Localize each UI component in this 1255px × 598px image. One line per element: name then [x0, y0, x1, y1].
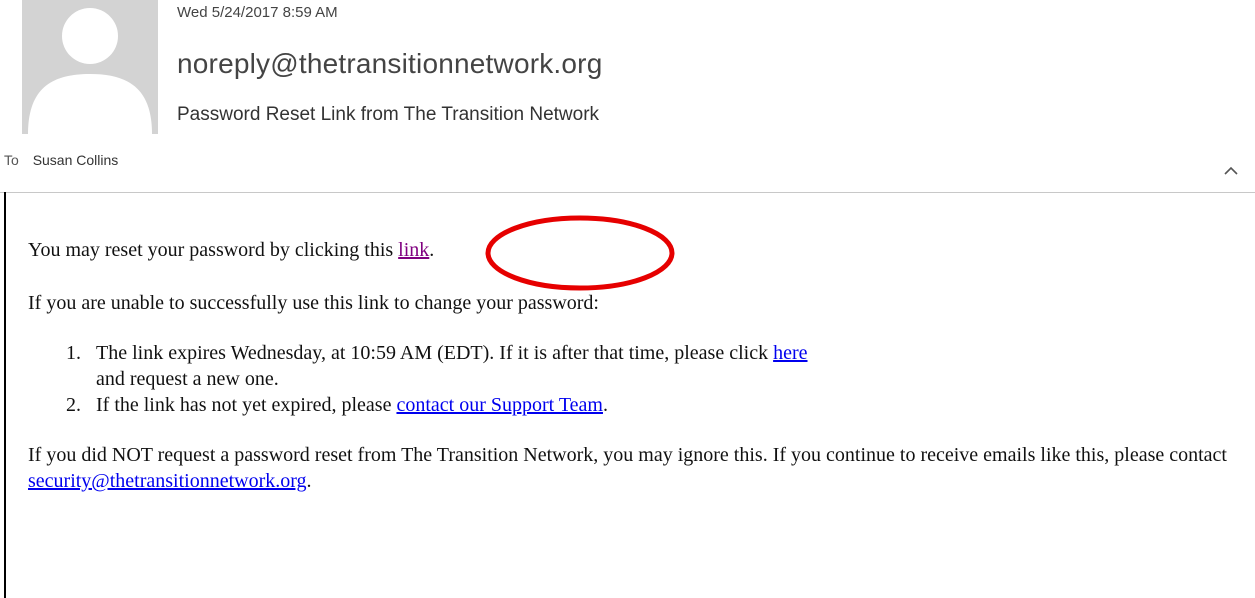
header-divider	[0, 192, 1255, 193]
person-silhouette-icon	[28, 8, 152, 134]
support-team-link[interactable]: contact our Support Team	[396, 394, 603, 416]
to-label: To	[4, 152, 19, 168]
ignore-paragraph: If you did NOT request a password reset …	[28, 444, 1227, 492]
list-item: If the link has not yet expired, please …	[86, 392, 1238, 418]
avatar	[22, 0, 158, 134]
email-body: You may reset your password by clicking …	[28, 237, 1238, 494]
email-subject: Password Reset Link from The Transition …	[177, 104, 600, 125]
sender-address[interactable]: noreply@thetransitionnetwork.org	[177, 48, 602, 80]
unable-paragraph: If you are unable to successfully use th…	[28, 292, 599, 314]
security-email-link[interactable]: security@thetransitionnetwork.org	[28, 470, 307, 492]
sent-date: Wed 5/24/2017 8:59 AM	[177, 4, 338, 21]
body-left-border	[4, 192, 6, 598]
recipient-name[interactable]: Susan Collins	[33, 152, 119, 168]
reset-link[interactable]: link	[398, 239, 429, 261]
here-link[interactable]: here	[773, 342, 807, 364]
recipient-row: To Susan Collins	[4, 152, 118, 168]
list-item: The link expires Wednesday, at 10:59 AM …	[86, 340, 1238, 392]
instructions-list: The link expires Wednesday, at 10:59 AM …	[28, 340, 1238, 418]
reset-paragraph: You may reset your password by clicking …	[28, 239, 435, 261]
chevron-up-icon[interactable]	[1223, 164, 1239, 176]
